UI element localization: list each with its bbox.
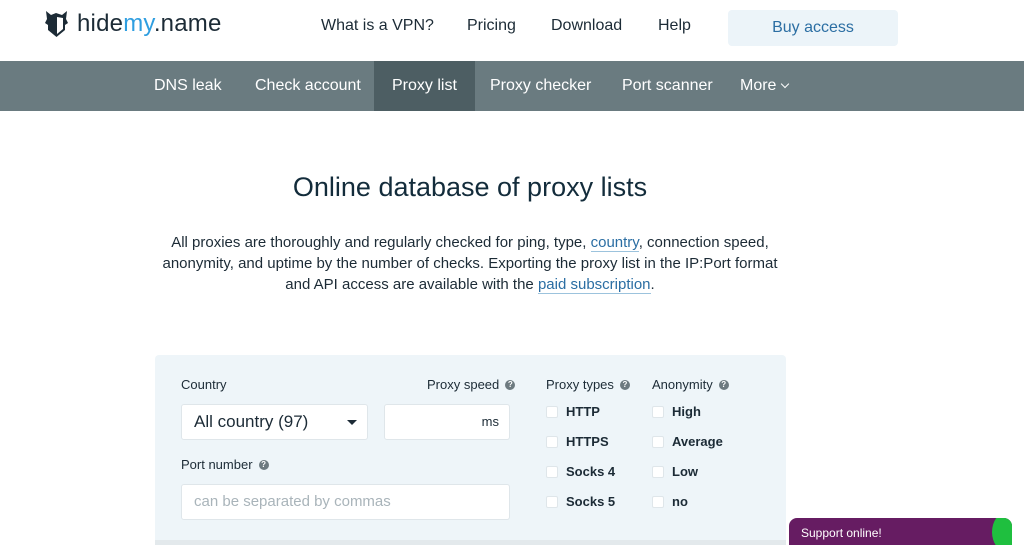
proxy-speed-input[interactable]: ms: [384, 404, 510, 440]
nav-pricing[interactable]: Pricing: [467, 17, 516, 35]
support-chat-widget[interactable]: Support online!: [789, 518, 1012, 545]
caret-down-icon: [347, 420, 357, 425]
country-link[interactable]: country: [590, 234, 639, 252]
checkbox-icon: [652, 495, 664, 508]
filter-panel-bottom: [155, 540, 786, 545]
paid-subscription-link[interactable]: paid subscription: [537, 276, 651, 294]
checkbox-icon: [546, 405, 558, 418]
nav-download[interactable]: Download: [551, 17, 622, 35]
type-https-checkbox[interactable]: HTTPS: [546, 434, 609, 449]
support-label: Support online!: [801, 526, 882, 540]
checkbox-icon: [652, 435, 664, 448]
type-socks5-checkbox[interactable]: Socks 5: [546, 494, 615, 509]
top-header: hidemy.name What is a VPN? Pricing Downl…: [0, 0, 1024, 60]
page-title: Online database of proxy lists: [292, 172, 648, 202]
subnav-more[interactable]: More: [722, 61, 806, 111]
country-label: Country: [181, 377, 227, 392]
type-socks4-checkbox[interactable]: Socks 4: [546, 464, 615, 479]
type-http-checkbox[interactable]: HTTP: [546, 404, 600, 419]
checkbox-icon: [652, 405, 664, 418]
checkbox-icon: [546, 435, 558, 448]
page-description: All proxies are thoroughly and regularly…: [162, 234, 778, 294]
help-icon[interactable]: ?: [258, 459, 269, 470]
subnav-check-account[interactable]: Check account: [237, 61, 379, 111]
checkbox-icon: [652, 465, 664, 478]
checkbox-icon: [546, 495, 558, 508]
nav-what-is-vpn[interactable]: What is a VPN?: [321, 17, 434, 35]
subnav-more-label: More: [740, 77, 777, 94]
subnav-proxy-checker[interactable]: Proxy checker: [472, 61, 609, 111]
help-icon[interactable]: ?: [619, 379, 630, 390]
proxy-types-label: Proxy types?: [546, 377, 630, 392]
subnav-proxy-list[interactable]: Proxy list: [374, 61, 475, 111]
port-number-label: Port number?: [181, 457, 269, 472]
anon-low-checkbox[interactable]: Low: [652, 464, 698, 479]
checkbox-icon: [546, 465, 558, 478]
subnav-port-scanner[interactable]: Port scanner: [604, 61, 731, 111]
help-icon[interactable]: ?: [718, 379, 729, 390]
shield-fox-logo-icon: [45, 11, 68, 37]
logo[interactable]: hidemy.name: [44, 8, 222, 40]
anon-average-checkbox[interactable]: Average: [652, 434, 723, 449]
online-status-icon: [992, 518, 1012, 545]
port-number-input[interactable]: can be separated by commas: [181, 484, 510, 520]
anonymity-label: Anonymity?: [652, 377, 729, 392]
sub-nav: DNS leak Check account Proxy list Proxy …: [0, 61, 1024, 111]
buy-access-button[interactable]: Buy access: [728, 10, 898, 46]
anon-no-checkbox[interactable]: no: [652, 494, 688, 509]
subnav-dns-leak[interactable]: DNS leak: [136, 61, 240, 111]
nav-help[interactable]: Help: [658, 17, 691, 35]
logo-text: hidemy.name: [77, 10, 222, 37]
speed-unit: ms: [481, 414, 499, 429]
anon-high-checkbox[interactable]: High: [652, 404, 701, 419]
proxy-speed-label: Proxy speed?: [427, 377, 516, 392]
country-select[interactable]: All country (97): [181, 404, 368, 440]
help-icon[interactable]: ?: [505, 379, 516, 390]
chevron-down-icon: [781, 79, 790, 89]
